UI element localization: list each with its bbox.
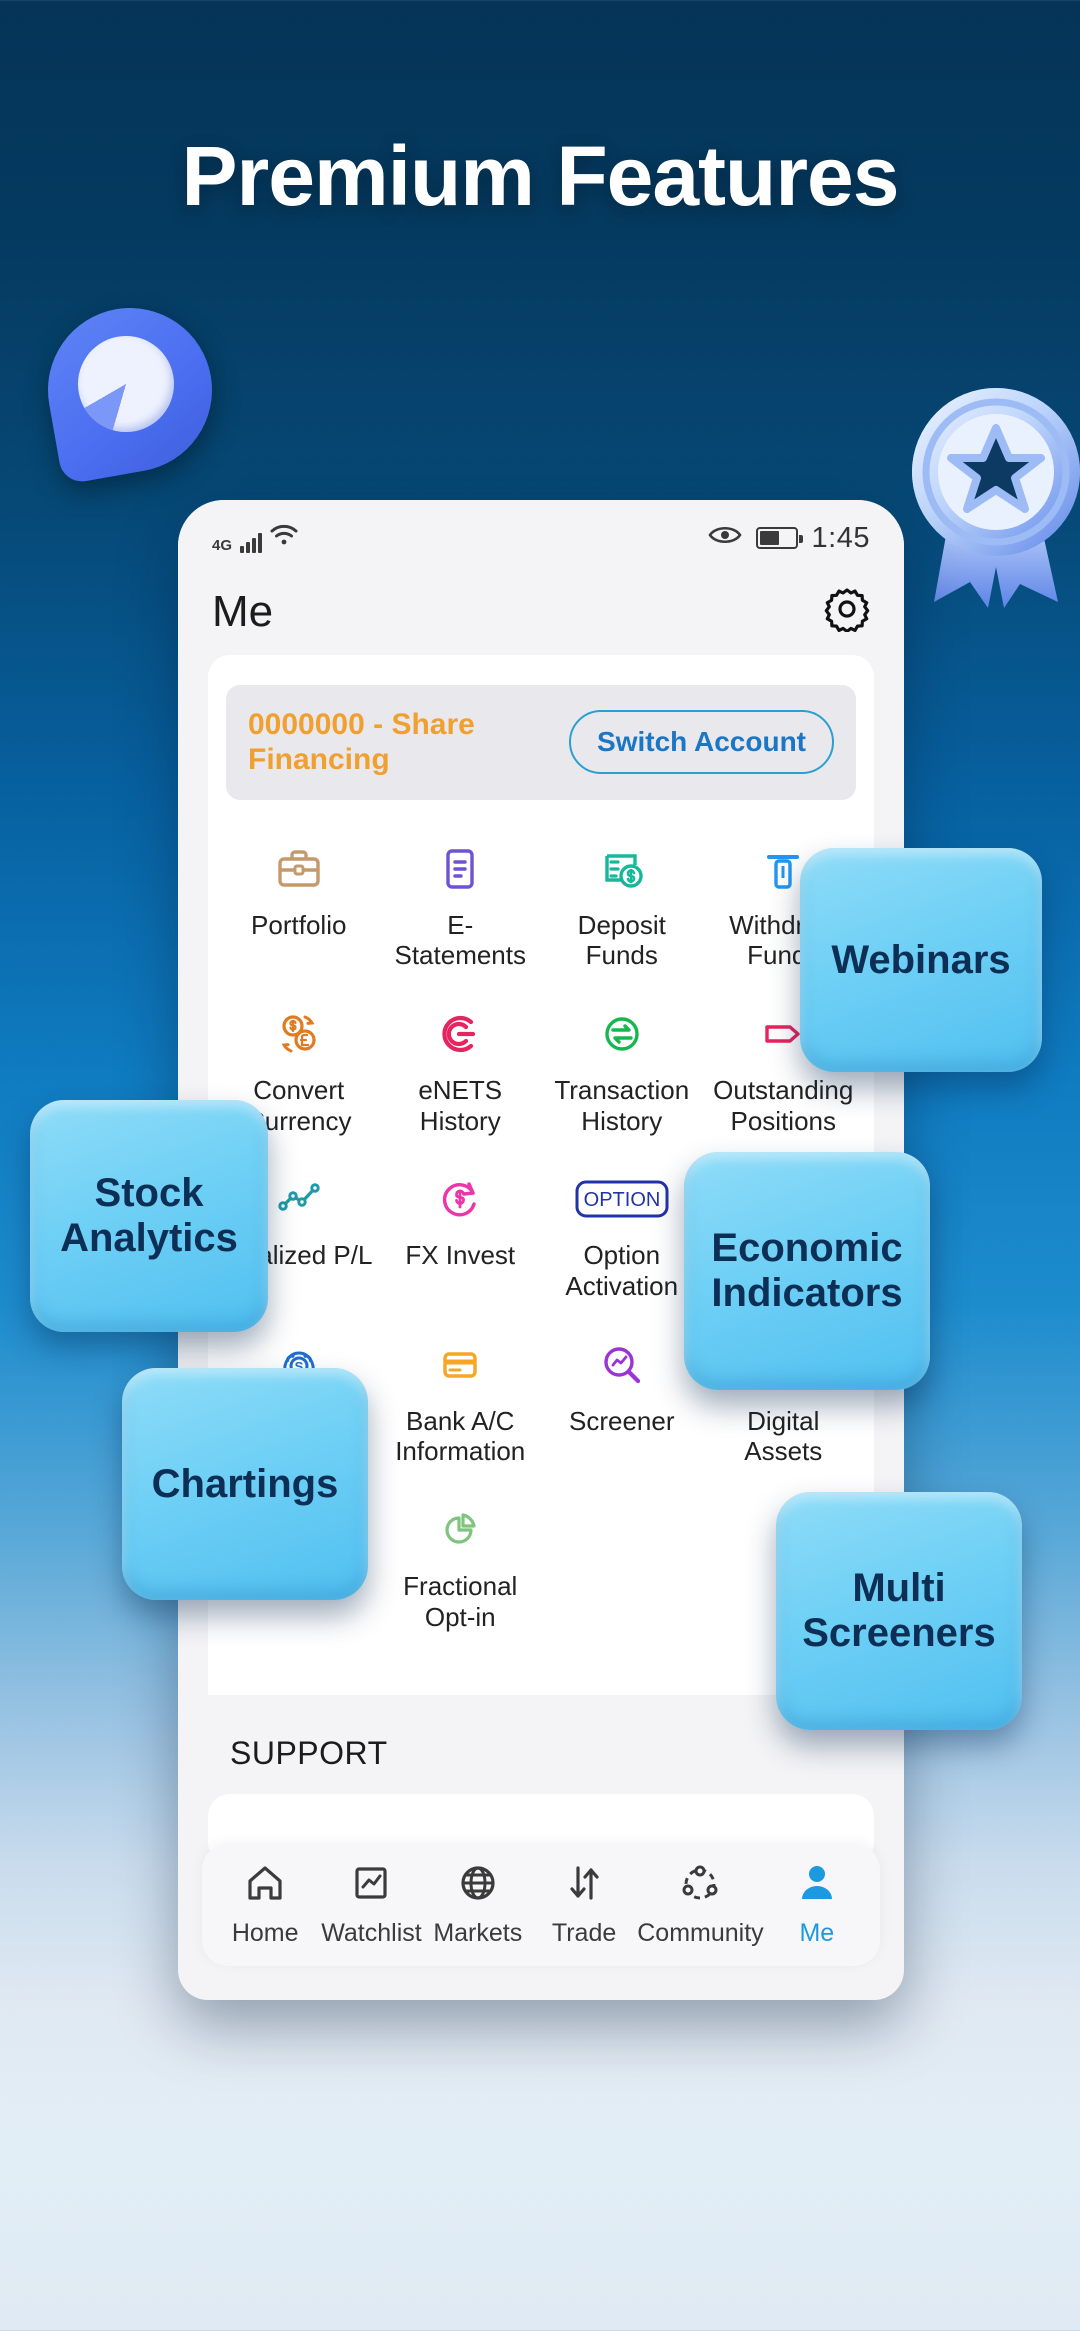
pie-chart-icon bbox=[435, 1501, 485, 1559]
tab-label: Markets bbox=[433, 1919, 523, 1947]
account-bar[interactable]: 0000000 - Share Financing Switch Account bbox=[226, 685, 856, 800]
home-icon bbox=[242, 1860, 288, 1911]
grid-item-label: Screener bbox=[569, 1405, 675, 1436]
grid-item-label: Fractional Opt-in bbox=[403, 1571, 518, 1632]
magnifier-chart-icon bbox=[597, 1336, 647, 1394]
app-logo-bubble-icon bbox=[35, 295, 225, 485]
tab-community[interactable]: Community bbox=[637, 1860, 764, 1948]
tab-label: Trade bbox=[551, 1919, 617, 1947]
tab-label: Home bbox=[231, 1919, 299, 1947]
grid-item-bank-ac-information[interactable]: Bank A/C Information bbox=[380, 1322, 542, 1487]
person-icon bbox=[794, 1860, 840, 1911]
tab-trade[interactable]: Trade bbox=[531, 1860, 637, 1948]
document-lines-icon bbox=[435, 840, 485, 898]
watchlist-icon bbox=[348, 1860, 394, 1911]
svg-text:OPTION: OPTION bbox=[583, 1189, 660, 1211]
switch-account-button[interactable]: Switch Account bbox=[569, 710, 834, 775]
grid-item-empty-3 bbox=[541, 1487, 703, 1652]
account-name-label: 0000000 - Share Financing bbox=[248, 708, 475, 777]
grid-item-e-statements[interactable]: E-Statements bbox=[380, 826, 542, 991]
page-title: Premium Features bbox=[181, 129, 900, 223]
credit-card-icon bbox=[435, 1336, 485, 1394]
grid-item-label: Deposit Funds bbox=[577, 909, 666, 971]
grid-item-label: FX Invest bbox=[405, 1240, 516, 1271]
grid-item-fx-invest[interactable]: FX Invest bbox=[380, 1156, 542, 1321]
option-badge-icon: OPTION bbox=[574, 1170, 670, 1228]
briefcase-icon bbox=[274, 840, 324, 898]
grid-item-deposit-funds[interactable]: Deposit Funds bbox=[541, 826, 703, 991]
gear-icon[interactable] bbox=[824, 586, 870, 637]
dollar-refresh-icon bbox=[435, 1170, 485, 1228]
wallet-dollar-icon bbox=[597, 840, 647, 898]
tab-me[interactable]: Me bbox=[764, 1860, 870, 1948]
bubble-wedge bbox=[78, 336, 174, 432]
grid-item-screener[interactable]: Screener bbox=[541, 1322, 703, 1487]
grid-item-transaction-history[interactable]: Transaction History bbox=[541, 991, 703, 1156]
tab-label: Watchlist bbox=[321, 1919, 422, 1947]
app-header: Me bbox=[178, 576, 904, 655]
signal-bars-icon bbox=[240, 532, 263, 553]
tab-markets[interactable]: Markets bbox=[425, 1860, 531, 1948]
feature-badge-webinars[interactable]: Webinars bbox=[800, 848, 1042, 1072]
grid-item-fractional-opt-in[interactable]: Fractional Opt-in bbox=[380, 1487, 542, 1652]
transfer-arrows-icon bbox=[597, 1005, 647, 1063]
battery-icon bbox=[755, 527, 803, 549]
grid-item-label: Outstanding Positions bbox=[713, 1075, 854, 1136]
feature-badge-stock-analytics[interactable]: Stock Analytics bbox=[30, 1100, 268, 1332]
feature-badge-multi-screeners[interactable]: Multi Screeners bbox=[776, 1492, 1022, 1730]
grid-item-label: Transaction History bbox=[554, 1075, 690, 1136]
eye-icon bbox=[707, 524, 742, 553]
trade-arrows-icon bbox=[561, 1860, 607, 1911]
community-icon bbox=[677, 1860, 723, 1911]
grid-item-label: E-Statements bbox=[394, 909, 526, 971]
tab-home[interactable]: Home bbox=[212, 1860, 318, 1948]
tab-label: Me bbox=[799, 1919, 835, 1947]
grid-item-label: Digital Assets bbox=[744, 1405, 823, 1467]
page-heading: Me bbox=[212, 586, 274, 636]
enets-icon bbox=[435, 1005, 485, 1063]
wifi-icon bbox=[270, 524, 298, 553]
globe-icon bbox=[455, 1860, 501, 1911]
grid-item-enets-history[interactable]: eNETS History bbox=[380, 991, 542, 1156]
grid-item-label: Portfolio bbox=[251, 909, 347, 940]
network-type-label: 4G bbox=[212, 536, 233, 554]
grid-item-label: eNETS History bbox=[418, 1075, 503, 1136]
bottom-tab-bar: Home Watchlist Markets Trade Community M… bbox=[202, 1844, 880, 1966]
tab-label: Community bbox=[637, 1919, 764, 1947]
grid-item-label: Bank A/C Information bbox=[395, 1405, 526, 1467]
feature-badge-chartings[interactable]: Chartings bbox=[122, 1368, 368, 1600]
grid-item-option-activation[interactable]: OPTION Option Activation bbox=[541, 1156, 703, 1321]
line-chart-icon bbox=[274, 1170, 324, 1228]
grid-item-label: Option Activation bbox=[565, 1240, 679, 1302]
tab-watchlist[interactable]: Watchlist bbox=[318, 1860, 424, 1948]
grid-item-portfolio[interactable]: Portfolio bbox=[218, 826, 380, 991]
status-bar: 4G 1:45 bbox=[178, 500, 904, 576]
clock-label: 1:45 bbox=[811, 521, 870, 554]
feature-badge-economic-indicators[interactable]: Economic Indicators bbox=[684, 1152, 930, 1390]
award-ribbon-icon bbox=[908, 376, 1080, 616]
currency-exchange-icon bbox=[274, 1005, 324, 1063]
